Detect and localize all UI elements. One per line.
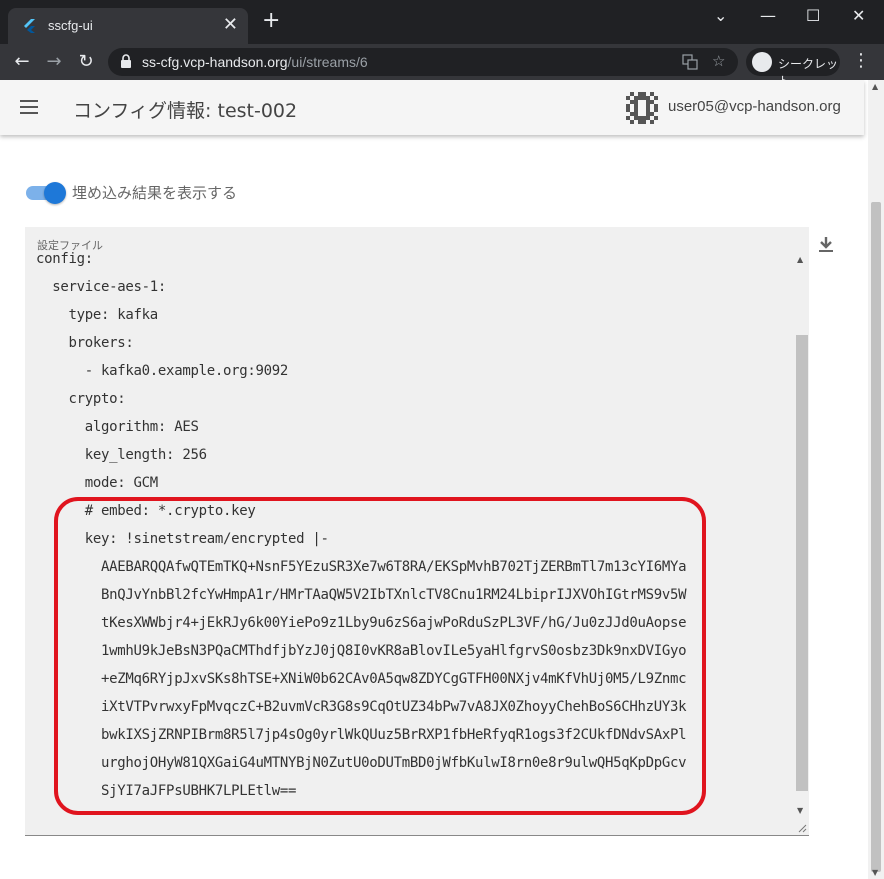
code-line: type: kafka (36, 307, 159, 323)
hamburger-menu-icon[interactable] (20, 100, 38, 118)
new-tab-button[interactable]: + (262, 10, 280, 32)
textarea-scroll-thumb[interactable] (796, 335, 808, 791)
code-line: AAEBARQQAfwQTEmTKQ+NsnF5YEzuSR3Xe7w6T8RA… (36, 559, 687, 575)
code-line: 1wmhU9kJeBsN3PQaCMThdfjbYzJ0jQ8I0vKR8aBl… (36, 643, 687, 659)
code-line: iXtVTPvrwxyFpMvqczC+B2uvmVcR3G8s9CqOtUZ3… (36, 699, 687, 715)
code-line: +eZMq6RYjpJxvSKs8hTSE+XNiW0b62CAv0A5qw8Z… (36, 671, 687, 687)
page-scroll-up-icon[interactable]: ▲ (872, 82, 878, 91)
page-scrollbar[interactable]: ▲ ▼ (868, 80, 884, 879)
code-line: # embed: *.crypto.key (36, 503, 256, 519)
lock-icon (121, 54, 131, 68)
tab-close-icon[interactable]: ✕ (223, 14, 238, 35)
page-scroll-thumb[interactable] (871, 202, 881, 872)
flutter-icon (24, 19, 35, 33)
embed-result-toggle[interactable] (26, 182, 66, 204)
url-text: ss-cfg.vcp-handson.org/ui/streams/6 (142, 54, 368, 70)
page-scroll-down-icon[interactable]: ▼ (872, 868, 878, 877)
url-host: ss-cfg.vcp-handson.org (142, 54, 288, 70)
browser-tab-bar: sscfg-ui ✕ + ⌄ — ☐ ✕ (0, 0, 884, 44)
code-line: key_length: 256 (36, 447, 207, 463)
url-path: /ui/streams/6 (287, 54, 368, 70)
code-line: SjYI7aJFPsUBHK7LPLEtlw== (36, 783, 297, 799)
translate-icon[interactable] (682, 54, 698, 70)
browser-tab[interactable]: sscfg-ui ✕ (8, 8, 248, 44)
code-line: config: (36, 251, 93, 267)
toggle-thumb (44, 182, 66, 204)
browser-toolbar: ← → ↻ ss-cfg.vcp-handson.org/ui/streams/… (0, 44, 884, 88)
code-line: brokers: (36, 335, 134, 351)
reload-button[interactable]: ↻ (74, 50, 98, 74)
close-window-button[interactable]: ✕ (852, 6, 865, 26)
minimize-button[interactable]: — (760, 6, 776, 26)
browser-menu-icon[interactable]: ⋮ (852, 50, 870, 71)
incognito-badge[interactable]: シークレット (746, 48, 840, 88)
scroll-up-arrow-icon[interactable]: ▲ (797, 255, 803, 264)
config-file-textarea[interactable]: 設定ファイル config: service-aes-1: type: kafk… (25, 227, 809, 836)
code-line: bwkIXSjZRNPIBrm8R5l7jp4sOg0yrlWkQUuz5BrR… (36, 727, 687, 743)
back-button[interactable]: ← (10, 50, 34, 74)
address-bar[interactable]: ss-cfg.vcp-handson.org/ui/streams/6 ☆ (108, 48, 738, 76)
code-line: service-aes-1: (36, 279, 167, 295)
download-icon[interactable] (816, 234, 836, 254)
code-line: - kafka0.example.org:9092 (36, 363, 289, 379)
page-title: コンフィグ情報: test-002 (73, 100, 298, 122)
textarea-scrollbar[interactable]: ▲ ▼ (795, 247, 809, 817)
maximize-button[interactable]: ☐ (806, 6, 820, 26)
page-content: コンフィグ情報: test-002 user05@vcp-handson.org… (0, 80, 868, 879)
tab-title: sscfg-ui (48, 18, 93, 33)
code-line: mode: GCM (36, 475, 158, 491)
config-code[interactable]: config: service-aes-1: type: kafka broke… (36, 245, 687, 805)
code-line: tKesXWWbjr4+jEkRJy6k00YiePo9z1Lby9u6zS6a… (36, 615, 687, 631)
user-email[interactable]: user05@vcp-handson.org (668, 98, 841, 115)
resize-grip-icon[interactable] (797, 823, 807, 833)
pixel-avatar-icon[interactable] (626, 92, 658, 124)
tab-search-chevron-icon[interactable]: ⌄ (714, 6, 727, 26)
forward-button[interactable]: → (42, 50, 66, 74)
code-line: crypto: (36, 391, 126, 407)
incognito-icon (752, 52, 772, 72)
code-line: urghojOHyW81QXGaiG4uMTNYBjN0ZutU0oDUTmBD… (36, 755, 687, 771)
code-line: BnQJvYnbBl2fcYwHmpA1r/HMrTAaQW5V2IbTXnlc… (36, 587, 687, 603)
app-bar: コンフィグ情報: test-002 user05@vcp-handson.org (0, 80, 864, 135)
code-line: algorithm: AES (36, 419, 199, 435)
code-line: key: !sinetstream/encrypted |- (36, 531, 329, 547)
embed-result-toggle-label[interactable]: 埋め込み結果を表示する (72, 182, 237, 203)
scroll-down-arrow-icon[interactable]: ▼ (797, 806, 803, 815)
bookmark-star-icon[interactable]: ☆ (712, 52, 725, 70)
